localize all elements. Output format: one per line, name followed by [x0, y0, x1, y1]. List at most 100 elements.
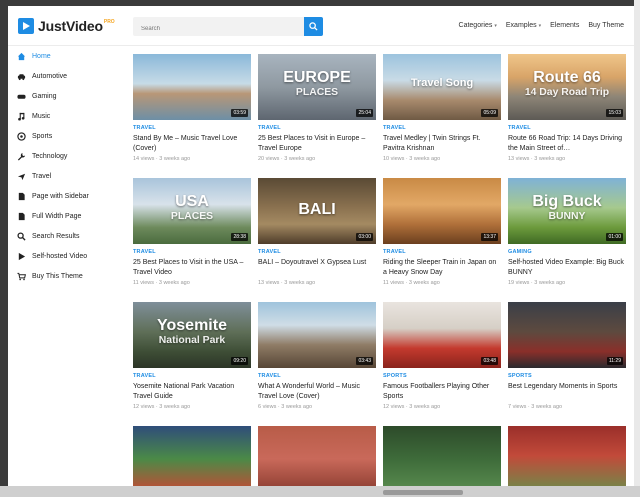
- video-card[interactable]: EUROPE PLACES 25:04 TRAVEL 25 Best Places to…: [258, 54, 376, 162]
- wrench-icon: [17, 152, 26, 161]
- video-thumbnail[interactable]: Travel Song 05:09: [383, 54, 501, 120]
- music-note-icon: [17, 112, 26, 121]
- video-category[interactable]: TRAVEL: [258, 249, 376, 255]
- sidebar-item-label: Automotive: [32, 72, 68, 80]
- video-category[interactable]: TRAVEL: [258, 373, 376, 379]
- video-category[interactable]: TRAVEL: [133, 373, 251, 379]
- sidebar-item-sports[interactable]: Sports: [8, 126, 126, 146]
- video-meta: 19 views · 3 weeks ago: [508, 280, 566, 286]
- video-thumbnail[interactable]: 03:59: [133, 54, 251, 120]
- video-thumbnail[interactable]: 13:37: [383, 178, 501, 244]
- video-card[interactable]: USA PLACES 28:38 TRAVEL 25 Best Places to Vi…: [133, 178, 251, 286]
- sidebar-item-travel[interactable]: Travel: [8, 166, 126, 186]
- video-title[interactable]: Self-hosted Video Example: Big Buck BUNN…: [508, 258, 626, 278]
- video-category[interactable]: TRAVEL: [383, 249, 501, 255]
- sidebar-item-technology[interactable]: Technology: [8, 146, 126, 166]
- video-title[interactable]: What A Wonderful World – Music Travel Lo…: [258, 382, 376, 402]
- video-category[interactable]: TRAVEL: [133, 125, 251, 131]
- video-thumbnail[interactable]: [383, 426, 501, 490]
- video-card[interactable]: 03:48 SPORTS Famous Footballers Playing Ot…: [383, 302, 501, 410]
- video-title[interactable]: Famous Footballers Playing Other Sports: [383, 382, 501, 402]
- sidebar-item-label: Full Width Page: [32, 212, 82, 220]
- horizontal-scrollbar[interactable]: [383, 490, 463, 495]
- search-button[interactable]: [304, 17, 323, 36]
- sidebar: Home Automotive Gaming Music Sports Technolog…: [8, 46, 126, 490]
- video-card[interactable]: 13:37 TRAVEL Riding the Sleeper Train in J…: [383, 178, 501, 286]
- document-icon: [17, 192, 26, 201]
- thumbnail-caption: EUROPE PLACES: [283, 69, 351, 98]
- sidebar-item-search-results[interactable]: Search Results: [8, 226, 126, 246]
- video-meta: 20 views · 3 weeks ago: [258, 156, 316, 162]
- site-logo[interactable]: JustVideo PRO: [18, 18, 115, 34]
- video-title[interactable]: 25 Best Places to Visit in Europe – Trav…: [258, 134, 376, 154]
- video-card[interactable]: [258, 426, 376, 490]
- video-category[interactable]: TRAVEL: [133, 249, 251, 255]
- video-duration: 03:00: [356, 233, 373, 241]
- video-title[interactable]: BALI – Doyoutravel X Gypsea Lust: [258, 258, 376, 278]
- video-category[interactable]: TRAVEL: [508, 125, 626, 131]
- video-card[interactable]: [383, 426, 501, 490]
- video-title[interactable]: 25 Best Places to Visit in the USA – Tra…: [133, 258, 251, 278]
- nav-item-elements[interactable]: Elements: [550, 22, 579, 29]
- video-title[interactable]: Route 66 Road Trip: 14 Days Driving the …: [508, 134, 626, 154]
- video-title[interactable]: Riding the Sleeper Train in Japan on a H…: [383, 258, 501, 278]
- video-card[interactable]: Travel Song 05:09 TRAVEL Travel Medley | Tw…: [383, 54, 501, 162]
- video-thumbnail[interactable]: Route 66 14 Day Road Trip 15:03: [508, 54, 626, 120]
- video-thumbnail[interactable]: [258, 426, 376, 490]
- video-card[interactable]: [133, 426, 251, 490]
- video-duration: 15:03: [606, 109, 623, 117]
- window-bottom-edge: [0, 486, 640, 497]
- video-thumbnail[interactable]: [133, 426, 251, 490]
- window-edge: [634, 0, 640, 497]
- video-card[interactable]: [508, 426, 626, 490]
- sidebar-item-page-with-sidebar[interactable]: Page with Sidebar: [8, 186, 126, 206]
- sidebar-item-label: Music: [32, 112, 51, 120]
- sidebar-item-music[interactable]: Music: [8, 106, 126, 126]
- video-card[interactable]: Yosemite National Park 09:20 TRAVEL Yosemite…: [133, 302, 251, 410]
- video-meta: 11 views · 3 weeks ago: [383, 280, 440, 286]
- sidebar-item-automotive[interactable]: Automotive: [8, 66, 126, 86]
- thumbnail-caption: Yosemite National Park: [157, 317, 227, 346]
- video-thumbnail[interactable]: 11:29: [508, 302, 626, 368]
- sidebar-item-gaming[interactable]: Gaming: [8, 86, 126, 106]
- video-meta: 12 views · 3 weeks ago: [383, 404, 441, 410]
- video-category[interactable]: TRAVEL: [383, 125, 501, 131]
- video-thumbnail[interactable]: Big Buck BUNNY 01:00: [508, 178, 626, 244]
- nav-item-categories[interactable]: Categories ▾: [459, 22, 497, 29]
- sidebar-item-buy-this-theme[interactable]: Buy This Theme: [8, 266, 126, 286]
- video-thumbnail[interactable]: EUROPE PLACES 25:04: [258, 54, 376, 120]
- video-title[interactable]: Travel Medley | Twin Strings Ft. Pavitra…: [383, 134, 501, 154]
- video-thumbnail[interactable]: [508, 426, 626, 490]
- video-title[interactable]: Yosemite National Park Vacation Travel G…: [133, 382, 251, 402]
- sidebar-item-full-width-page[interactable]: Full Width Page: [8, 206, 126, 226]
- video-thumbnail[interactable]: USA PLACES 28:38: [133, 178, 251, 244]
- video-card[interactable]: 11:29 SPORTS Best Legendary Moments in Spo…: [508, 302, 626, 410]
- brand-badge: PRO: [103, 19, 115, 25]
- sidebar-item-home[interactable]: Home: [8, 46, 126, 66]
- sidebar-item-self-hosted-video[interactable]: Self-hosted Video: [8, 246, 126, 266]
- site-header: JustVideo PRO Categories▾ Examples▾ Elemen…: [8, 6, 634, 46]
- video-card[interactable]: Route 66 14 Day Road Trip 15:03 TRAVEL Route…: [508, 54, 626, 162]
- video-thumbnail[interactable]: 03:48: [383, 302, 501, 368]
- video-category[interactable]: SPORTS: [508, 373, 626, 379]
- search-bar: [133, 17, 323, 39]
- search-input[interactable]: [133, 19, 293, 39]
- video-thumbnail[interactable]: Yosemite National Park 09:20: [133, 302, 251, 368]
- nav-item-examples[interactable]: Examples ▾: [506, 22, 541, 29]
- video-card[interactable]: 03:43 TRAVEL What A Wonderful World – Musi…: [258, 302, 376, 410]
- video-thumbnail[interactable]: BALI 03:00: [258, 178, 376, 244]
- video-thumbnail[interactable]: 03:43: [258, 302, 376, 368]
- video-category[interactable]: SPORTS: [383, 373, 501, 379]
- thumbnail-caption: Route 66 14 Day Road Trip: [524, 69, 610, 98]
- video-title[interactable]: Best Legendary Moments in Sports: [508, 382, 626, 402]
- nav-item-buy-theme[interactable]: Buy Theme: [588, 22, 624, 29]
- video-category[interactable]: TRAVEL: [258, 125, 376, 131]
- video-card[interactable]: BALI 03:00 TRAVEL BALI – Doyoutravel X Gyps…: [258, 178, 376, 286]
- video-card[interactable]: 03:59 TRAVEL Stand By Me – Music Travel Lo…: [133, 54, 251, 162]
- video-title[interactable]: Stand By Me – Music Travel Love (Cover): [133, 134, 251, 154]
- video-category[interactable]: GAMING: [508, 249, 626, 255]
- play-icon: [17, 252, 26, 261]
- plane-icon: [17, 172, 26, 181]
- video-card[interactable]: Big Buck BUNNY 01:00 GAMING Self-hosted Vide…: [508, 178, 626, 286]
- search-icon: [309, 22, 318, 31]
